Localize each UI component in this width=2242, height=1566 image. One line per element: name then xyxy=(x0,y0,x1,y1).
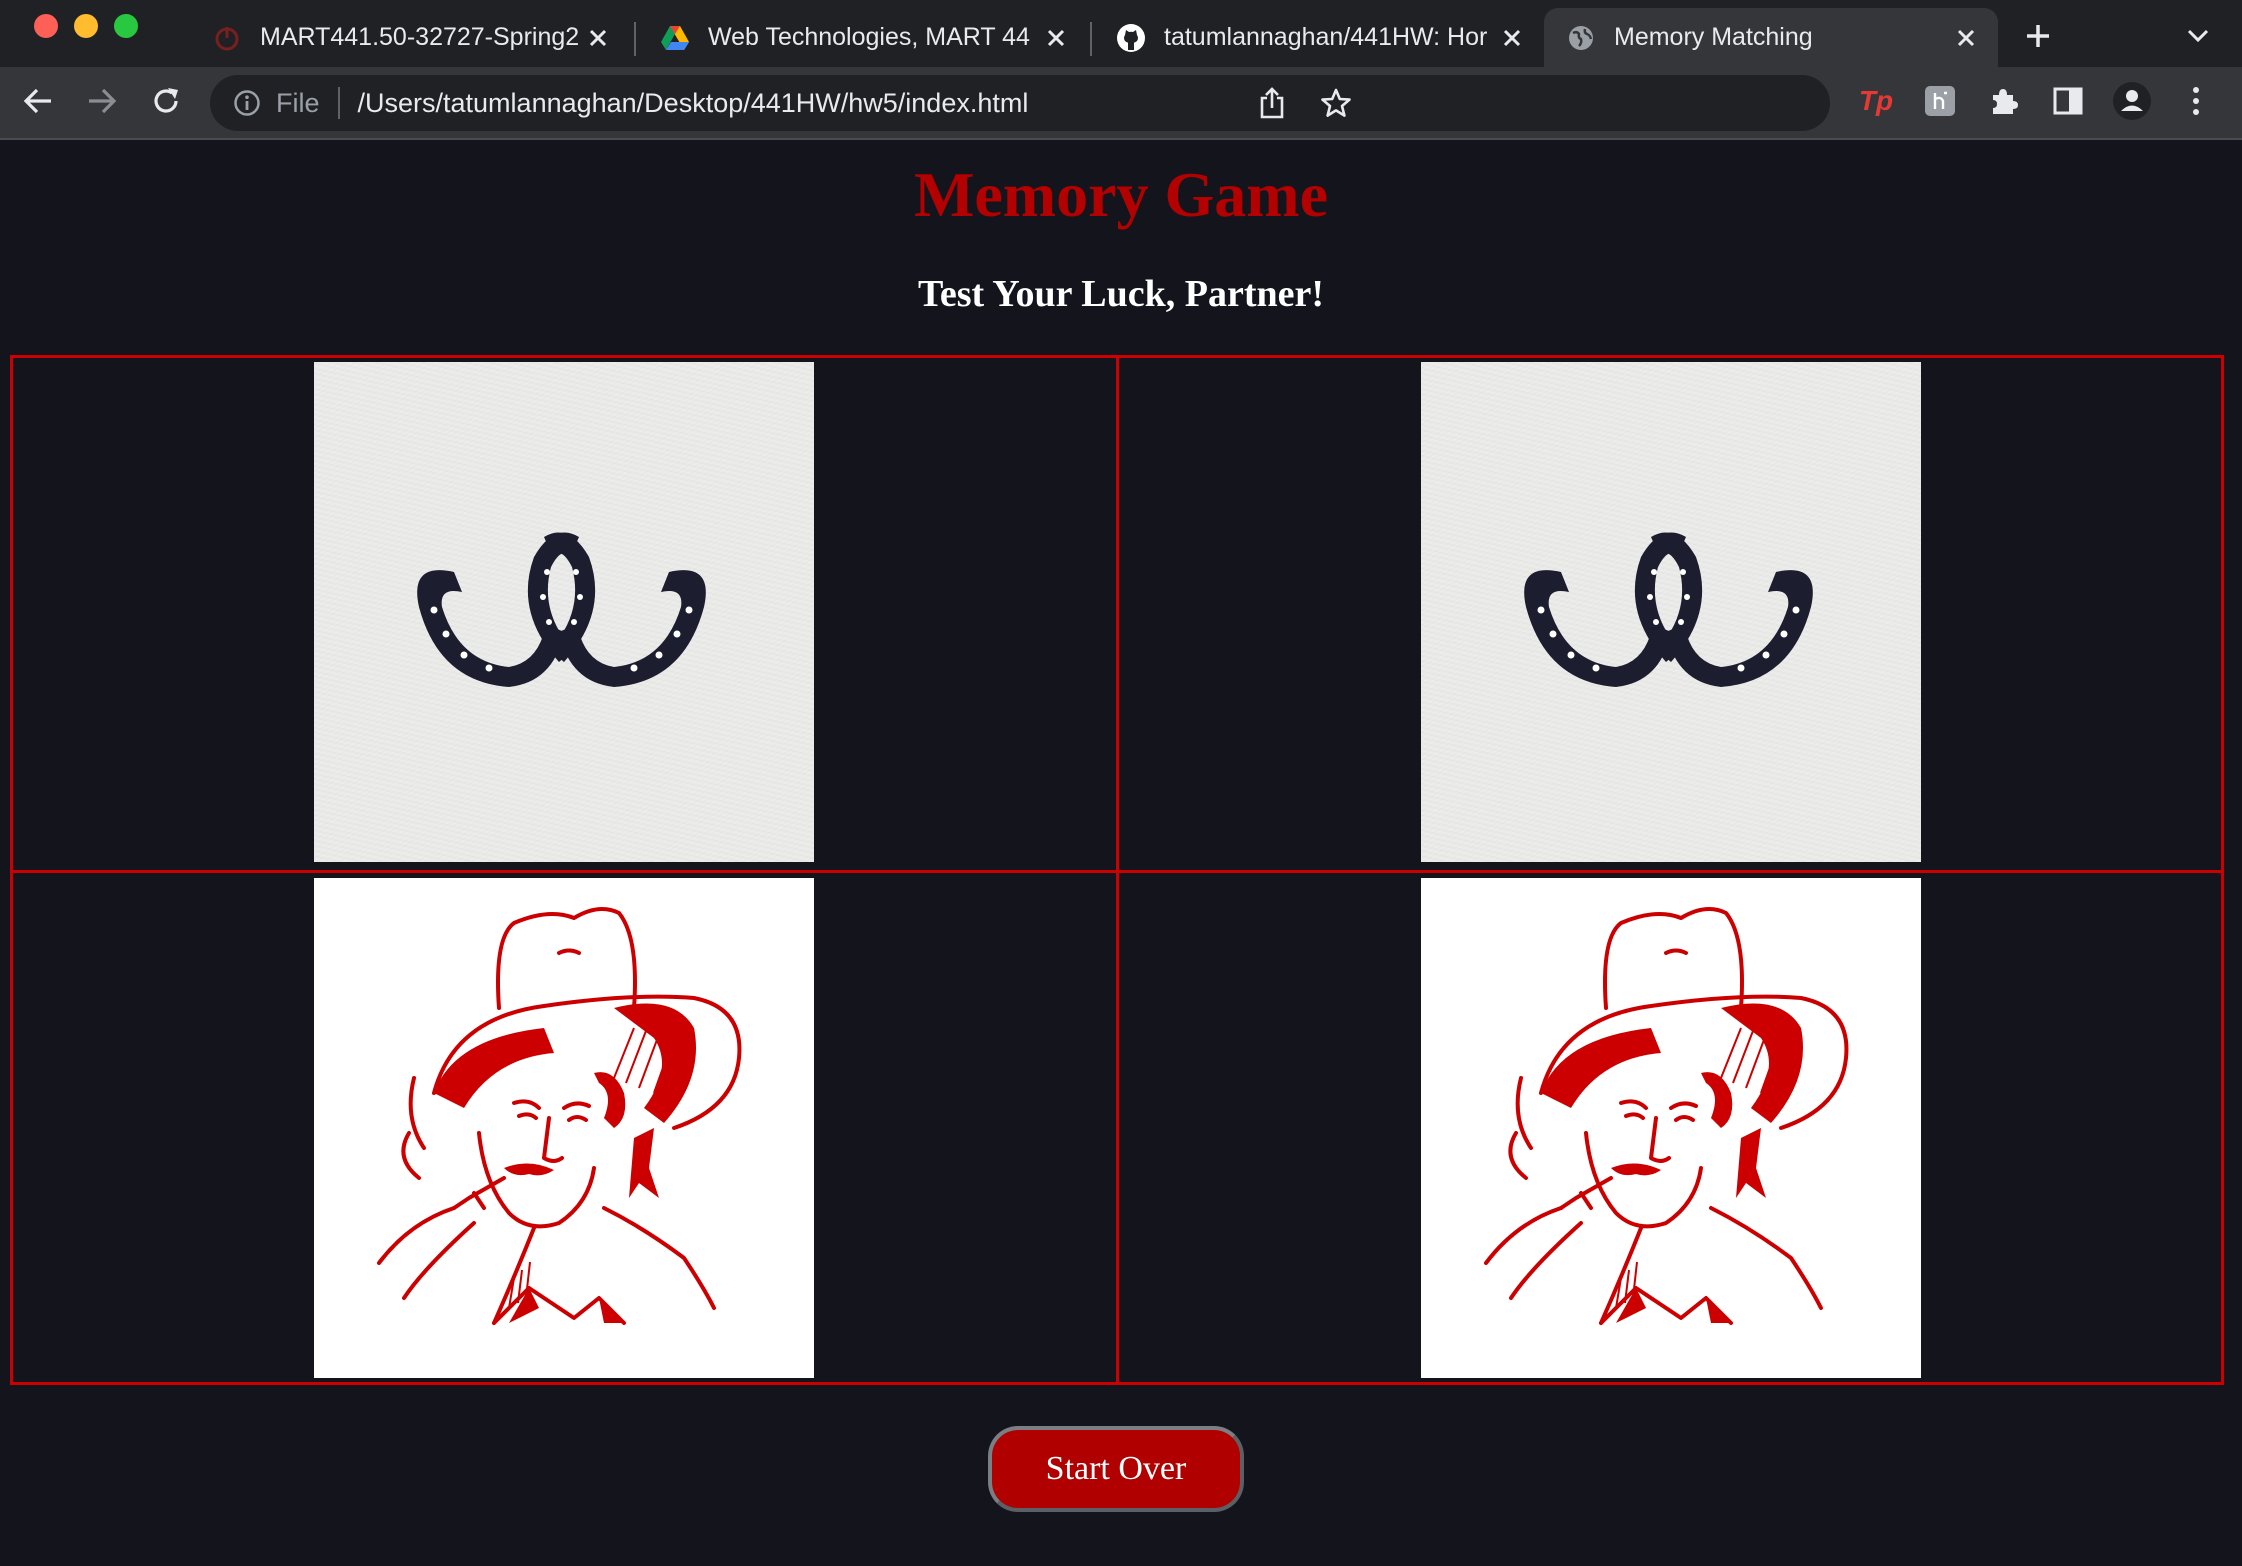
page-title: Memory Game xyxy=(913,159,1329,230)
memory-card[interactable] xyxy=(314,878,814,1378)
window-minimize-button[interactable] xyxy=(74,14,98,38)
side-panel-icon[interactable] xyxy=(2046,79,2090,123)
page-subtitle: Test Your Luck, Partner! xyxy=(917,273,1325,315)
profile-avatar-icon[interactable] xyxy=(2110,79,2154,123)
extension-tp-label: Tp xyxy=(1858,85,1894,116)
tab-mart441[interactable]: MART441.50-32727-Spring2 xyxy=(190,8,630,67)
extension-tp-icon[interactable]: Tp xyxy=(1854,79,1898,123)
power-icon xyxy=(212,23,242,53)
cowboy-icon xyxy=(377,907,742,1325)
reload-icon[interactable] xyxy=(144,79,188,123)
close-icon[interactable] xyxy=(580,20,616,56)
url-text: /Users/tatumlannaghan/Desktop/441HW/hw5/… xyxy=(357,87,1029,118)
info-icon[interactable] xyxy=(232,88,262,118)
tab-title: MART441.50-32727-Spring2 xyxy=(260,23,580,51)
globe-icon xyxy=(1566,23,1596,53)
tab-title: tatumlannaghan/441HW: Hor xyxy=(1164,23,1488,51)
more-menu-icon[interactable] xyxy=(2174,79,2218,123)
horseshoes-icon xyxy=(417,532,706,687)
cowboy-icon xyxy=(1484,907,1849,1325)
omnibox-divider xyxy=(337,87,340,119)
github-icon xyxy=(1116,23,1146,53)
browser-tab-strip: MART441.50-32727-Spring2 Web Technologie… xyxy=(0,0,2242,67)
memory-card[interactable] xyxy=(1421,362,1921,862)
board-cell[interactable] xyxy=(1116,870,2224,1385)
tab-title: Web Technologies, MART 44 xyxy=(708,23,1030,51)
board-cell[interactable] xyxy=(10,870,1119,1385)
close-icon[interactable] xyxy=(1038,20,1074,56)
share-icon[interactable] xyxy=(1250,81,1294,125)
page-content: Memory Game Test Your Luck, Partner! Sta… xyxy=(0,140,2242,1566)
start-over-button[interactable]: Start Over xyxy=(988,1426,1244,1512)
memory-card[interactable] xyxy=(314,362,814,862)
tab-separator xyxy=(634,22,636,56)
back-arrow-icon[interactable] xyxy=(16,79,60,123)
memory-card[interactable] xyxy=(1421,878,1921,1378)
horseshoes-icon xyxy=(1524,532,1813,687)
tab-github-repo[interactable]: tatumlannaghan/441HW: Hor xyxy=(1094,8,1544,67)
window-zoom-button[interactable] xyxy=(114,14,138,38)
tab-memory-matching[interactable]: Memory Matching xyxy=(1544,8,1998,67)
bookmark-star-icon[interactable] xyxy=(1314,81,1358,125)
tab-web-technologies[interactable]: Web Technologies, MART 44 xyxy=(638,8,1088,67)
extension-grey-icon[interactable] xyxy=(1918,79,1962,123)
url-scheme-label: File xyxy=(276,87,320,118)
tab-separator xyxy=(1090,22,1092,56)
address-bar[interactable]: File /Users/tatumlannaghan/Desktop/441HW… xyxy=(210,75,1830,131)
tab-title: Memory Matching xyxy=(1614,23,1813,51)
board-cell[interactable] xyxy=(1116,355,2224,873)
close-icon[interactable] xyxy=(1494,20,1530,56)
tab-search-chevron-down-icon[interactable] xyxy=(2176,14,2220,58)
window-close-button[interactable] xyxy=(34,14,58,38)
browser-toolbar: File /Users/tatumlannaghan/Desktop/441HW… xyxy=(0,67,2242,140)
close-icon[interactable] xyxy=(1948,20,1984,56)
memory-board xyxy=(10,355,2224,1385)
board-cell[interactable] xyxy=(10,355,1119,873)
google-drive-icon xyxy=(660,23,690,53)
extensions-puzzle-icon[interactable] xyxy=(1982,79,2026,123)
forward-arrow-icon[interactable] xyxy=(80,79,124,123)
new-tab-button[interactable] xyxy=(2016,14,2060,58)
